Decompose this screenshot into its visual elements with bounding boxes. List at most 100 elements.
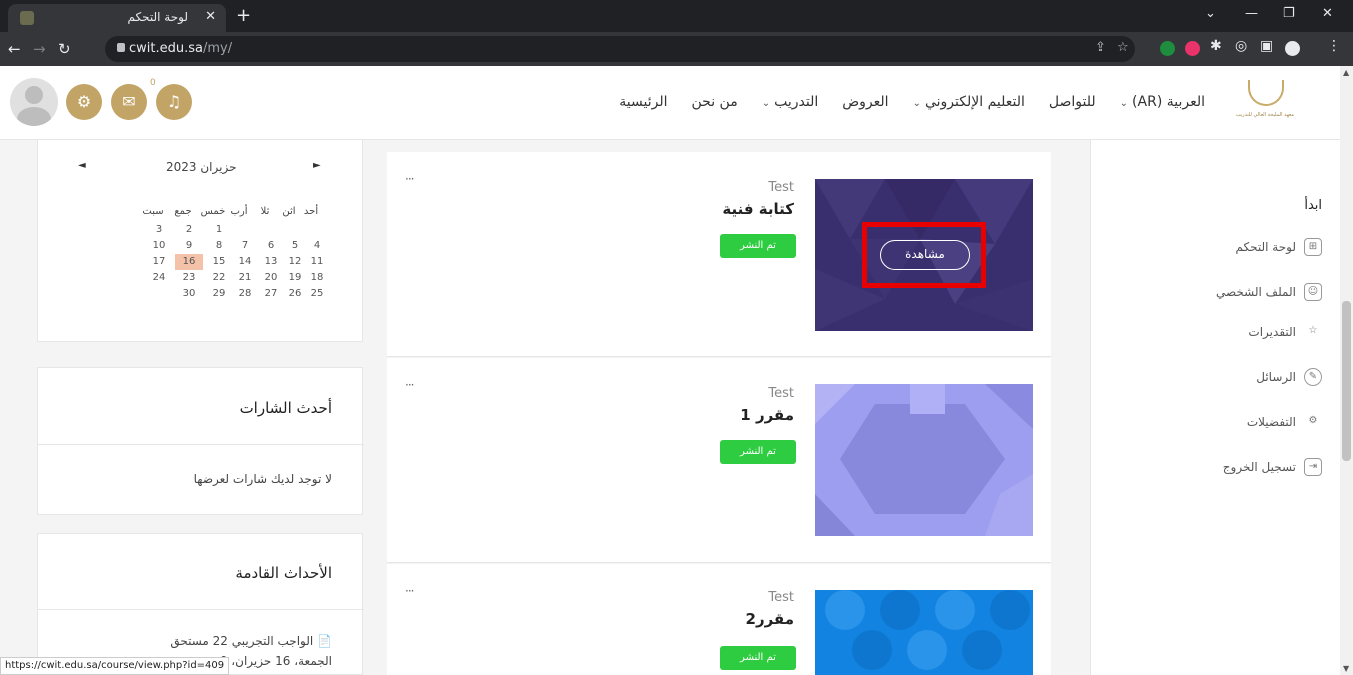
- sidebar-item-messages[interactable]: ✎ الرسائل: [1256, 368, 1322, 386]
- calendar-day[interactable]: 22: [208, 272, 230, 283]
- status-badge: تم النشر: [720, 646, 796, 670]
- restore-icon[interactable]: ❐: [1283, 6, 1295, 21]
- calendar-day[interactable]: 29: [208, 288, 230, 299]
- course-menu-icon[interactable]: ···: [405, 172, 415, 186]
- calendar-day[interactable]: 10: [148, 240, 170, 251]
- extension-red-icon[interactable]: [1185, 41, 1200, 56]
- gear-icon: ⚙: [1308, 415, 1318, 426]
- sidebar-item-dashboard[interactable]: ⊞ لوحة التحكم: [1236, 238, 1322, 256]
- event-date: الجمعة، 16 حزيران، 0: [220, 654, 332, 668]
- notifications-bell-icon[interactable]: ♫: [156, 84, 192, 120]
- calendar-prev-icon[interactable]: ◄: [78, 160, 86, 171]
- sidebar-item-preferences[interactable]: ⚙ التفضيلات: [1247, 413, 1322, 431]
- calendar-day[interactable]: 2: [178, 224, 200, 235]
- course-name[interactable]: مقرر2: [746, 610, 795, 628]
- site-logo[interactable]: معهد المليحة العالي للتدريب: [1220, 78, 1310, 128]
- calendar-day[interactable]: 23: [178, 272, 200, 283]
- side-panel-icon[interactable]: ▣: [1260, 38, 1273, 54]
- assignment-icon: 📄: [317, 634, 332, 648]
- calendar-day[interactable]: 21: [234, 272, 256, 283]
- calendar-day[interactable]: 14: [234, 256, 256, 267]
- new-tab-button[interactable]: +: [236, 5, 251, 26]
- calendar-day[interactable]: 8: [208, 240, 230, 251]
- extension-swirl-icon[interactable]: ◎: [1235, 38, 1247, 54]
- scroll-down-icon[interactable]: ▼: [1343, 664, 1349, 673]
- tab-close-icon[interactable]: ✕: [205, 9, 216, 24]
- nav-training[interactable]: التدريب⌄: [762, 94, 819, 110]
- tab-search-icon[interactable]: ⌄: [1205, 6, 1216, 21]
- course-name[interactable]: كتابة فنية: [722, 200, 794, 218]
- link-status-bar: https://cwit.edu.sa/course/view.php?id=4…: [0, 657, 230, 675]
- right-sidebar: ابدأ ⊞ لوحة التحكم ☺ الملف الشخصي ☆ التقدير…: [1090, 140, 1340, 675]
- minimize-icon[interactable]: —: [1245, 6, 1258, 21]
- course-image[interactable]: [815, 590, 1033, 675]
- calendar-day[interactable]: 12: [284, 256, 306, 267]
- nav-about[interactable]: من نحن: [692, 94, 738, 110]
- calendar-day[interactable]: 28: [234, 288, 256, 299]
- settings-gear-icon[interactable]: ⚙: [66, 84, 102, 120]
- calendar-day[interactable]: 19: [284, 272, 306, 283]
- bookmark-star-icon[interactable]: ☆: [1117, 40, 1129, 55]
- page-scrollbar[interactable]: ▲ ▼: [1340, 66, 1353, 675]
- calendar-next-icon[interactable]: ►: [313, 160, 321, 171]
- back-icon[interactable]: ←: [8, 40, 21, 58]
- sidebar-item-logout[interactable]: ⇥ تسجيل الخروج: [1223, 458, 1322, 476]
- scroll-up-icon[interactable]: ▲: [1343, 68, 1349, 77]
- chevron-down-icon: ⌄: [1119, 98, 1129, 109]
- chevron-down-icon: ⌄: [912, 98, 921, 109]
- nav-language[interactable]: العربية (AR)⌄: [1120, 94, 1205, 110]
- nav-contact[interactable]: للتواصل: [1049, 94, 1096, 110]
- course-image[interactable]: [815, 384, 1033, 536]
- course-card: ··· Test مقرر2 تم النشر: [387, 564, 1051, 675]
- profile-avatar-icon[interactable]: [1285, 41, 1300, 56]
- nav-home[interactable]: الرئيسية: [619, 94, 667, 110]
- course-menu-icon[interactable]: ···: [405, 584, 415, 598]
- calendar-block: ◄ حزيران 2023 ► أحد اثن ثلا أرب خمس جمع سبت 1 2 3…: [37, 140, 363, 342]
- calendar-day[interactable]: 18: [306, 272, 328, 283]
- calendar-day[interactable]: 30: [178, 288, 200, 299]
- calendar-weekday: جمع: [174, 206, 192, 217]
- calendar-day[interactable]: 7: [234, 240, 256, 251]
- nav-offers[interactable]: العروض: [842, 94, 888, 110]
- course-name[interactable]: مقرر 1: [740, 406, 794, 424]
- calendar-day[interactable]: 17: [148, 256, 170, 267]
- status-badge: تم النشر: [720, 440, 796, 464]
- calendar-day[interactable]: 16: [178, 256, 200, 267]
- user-avatar[interactable]: [10, 78, 58, 126]
- calendar-weekday: سبت: [142, 206, 164, 217]
- scrollbar-thumb[interactable]: [1342, 301, 1351, 461]
- calendar-day[interactable]: 9: [178, 240, 200, 251]
- calendar-day[interactable]: 3: [148, 224, 170, 235]
- calendar-day[interactable]: 4: [306, 240, 328, 251]
- calendar-day[interactable]: 6: [260, 240, 282, 251]
- extensions-puzzle-icon[interactable]: ✱: [1210, 38, 1222, 54]
- course-image[interactable]: مشاهدة: [815, 179, 1033, 331]
- calendar-day[interactable]: 15: [208, 256, 230, 267]
- course-menu-icon[interactable]: ···: [405, 378, 415, 392]
- sidebar-item-grades[interactable]: ☆ التقديرات: [1248, 323, 1322, 341]
- menu-kebab-icon[interactable]: ⋮: [1327, 38, 1341, 54]
- share-icon[interactable]: ⇪: [1095, 40, 1106, 55]
- calendar-day[interactable]: 11: [306, 256, 328, 267]
- calendar-day[interactable]: 24: [148, 272, 170, 283]
- calendar-day[interactable]: 5: [284, 240, 306, 251]
- site-favicon-icon: [20, 11, 34, 25]
- calendar-day[interactable]: 25: [306, 288, 328, 299]
- calendar-day[interactable]: 27: [260, 288, 282, 299]
- calendar-day[interactable]: 26: [284, 288, 306, 299]
- browser-tabbar: لوحة التحكم ✕ + ⌄ — ❐ ✕: [0, 0, 1353, 32]
- calendar-day[interactable]: 1: [208, 224, 230, 235]
- close-window-icon[interactable]: ✕: [1322, 6, 1333, 21]
- sidebar-item-profile[interactable]: ☺ الملف الشخصي: [1216, 283, 1322, 301]
- address-bar[interactable]: cwit.edu.sa/my/ ⇪ ☆: [105, 36, 1135, 62]
- reload-icon[interactable]: ↻: [58, 40, 71, 58]
- forward-icon[interactable]: →: [33, 40, 46, 58]
- messages-icon[interactable]: ✉: [111, 84, 147, 120]
- highlight-box: [862, 222, 986, 288]
- extension-green-icon[interactable]: [1160, 41, 1175, 56]
- calendar-day[interactable]: 20: [260, 272, 282, 283]
- event-item[interactable]: 📄 الواجب التجريبي 22 مستحق: [170, 634, 332, 648]
- calendar-day[interactable]: 13: [260, 256, 282, 267]
- nav-elearning[interactable]: التعليم الإلكتروني⌄: [913, 94, 1025, 110]
- browser-tab[interactable]: لوحة التحكم ✕: [8, 4, 226, 32]
